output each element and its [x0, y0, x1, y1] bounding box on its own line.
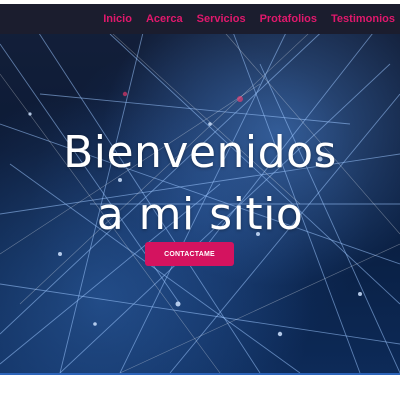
- top-navigation-bar: Inicio Acerca Servicios Protafolios Test…: [0, 4, 400, 34]
- contact-button[interactable]: CONTACTAME: [145, 242, 234, 266]
- hero-title-line-2: a mi sitio: [96, 189, 304, 240]
- nav-link-testimonios[interactable]: Testimonios: [331, 13, 395, 25]
- nav-link-acerca[interactable]: Acerca: [146, 13, 183, 25]
- nav-menu: Inicio Acerca Servicios Protafolios Test…: [103, 4, 395, 34]
- hero-bottom-divider: [0, 373, 400, 375]
- page: Bienvenidos a mi sitio CONTACTAME Inicio…: [0, 0, 400, 400]
- nav-link-servicios[interactable]: Servicios: [197, 13, 246, 25]
- nav-link-portafolios[interactable]: Protafolios: [260, 13, 317, 25]
- nav-link-inicio[interactable]: Inicio: [103, 13, 132, 25]
- hero-title-line-1: Bienvenidos: [63, 127, 337, 178]
- hero-section: Bienvenidos a mi sitio CONTACTAME: [0, 4, 400, 373]
